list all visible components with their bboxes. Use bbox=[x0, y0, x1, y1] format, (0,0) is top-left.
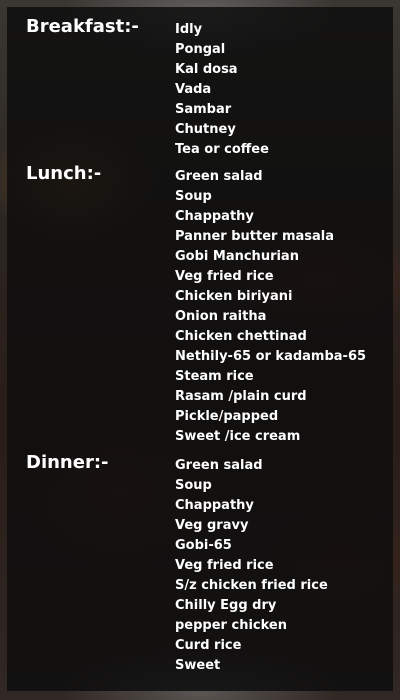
menu-item: Gobi Manchurian bbox=[175, 249, 299, 264]
breakfast-title: Breakfast:- bbox=[26, 16, 139, 37]
menu-item: Pickle/papped bbox=[175, 409, 279, 424]
menu-item: Kal dosa bbox=[175, 62, 238, 77]
menu-item: Chicken biriyani bbox=[175, 289, 293, 304]
menu-item: Chappathy bbox=[175, 209, 254, 224]
lunch-title: Lunch:- bbox=[26, 163, 102, 184]
dinner-title: Dinner:- bbox=[26, 452, 109, 473]
menu-item: Gobi-65 bbox=[175, 538, 232, 553]
breakfast-items: Idly Pongal Kal dosa Vada Sambar Chutney… bbox=[175, 20, 269, 160]
menu-item: Idly bbox=[175, 22, 203, 37]
menu-item: Chilly Egg dry bbox=[175, 598, 277, 613]
menu-item: Rasam /plain curd bbox=[175, 389, 307, 404]
menu-item: Steam rice bbox=[175, 369, 254, 384]
menu-item: Veg fried rice bbox=[175, 269, 274, 284]
menu-item: S/z chicken fried rice bbox=[175, 578, 328, 593]
menu-item: Chutney bbox=[175, 122, 236, 137]
menu-item: Curd rice bbox=[175, 638, 242, 653]
menu-item: Sweet /ice cream bbox=[175, 429, 301, 444]
menu-item: Panner butter masala bbox=[175, 229, 335, 244]
menu-item: pepper chicken bbox=[175, 618, 287, 633]
menu-item: Onion raitha bbox=[175, 309, 267, 324]
menu-panel: Breakfast:- Idly Pongal Kal dosa Vada Sa… bbox=[7, 7, 393, 691]
menu-item: Soup bbox=[175, 189, 212, 204]
menu-item: Sambar bbox=[175, 102, 232, 117]
menu-item: Green salad bbox=[175, 458, 263, 473]
menu-item: Vada bbox=[175, 82, 212, 97]
menu-item: Pongal bbox=[175, 42, 226, 57]
menu-item: Sweet bbox=[175, 658, 221, 673]
menu-item: Veg fried rice bbox=[175, 558, 274, 573]
menu-item: Veg gravy bbox=[175, 518, 249, 533]
menu-item: Nethily-65 or kadamba-65 bbox=[175, 349, 367, 364]
menu-item: Tea or coffee bbox=[175, 142, 269, 157]
menu-item: Green salad bbox=[175, 169, 263, 184]
dinner-items: Green salad Soup Chappathy Veg gravy Gob… bbox=[175, 456, 328, 676]
lunch-items: Green salad Soup Chappathy Panner butter… bbox=[175, 167, 366, 447]
menu-item: Chicken chettinad bbox=[175, 329, 307, 344]
menu-item: Chappathy bbox=[175, 498, 254, 513]
menu-item: Soup bbox=[175, 478, 212, 493]
